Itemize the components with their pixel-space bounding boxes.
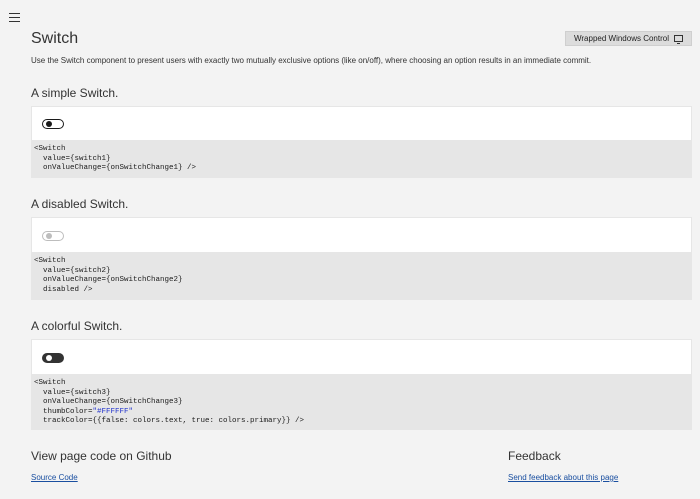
wrapped-windows-control-label: Wrapped Windows Control bbox=[573, 34, 669, 43]
code-block-colorful-switch: <Switch value={switch3} onValueChange={o… bbox=[31, 375, 692, 430]
code-line: value={switch1} bbox=[34, 154, 111, 163]
page-title: Switch bbox=[31, 30, 79, 47]
simple-switch-toggle[interactable] bbox=[42, 119, 64, 129]
example-box-simple-switch bbox=[31, 106, 692, 141]
hamburger-menu-icon[interactable] bbox=[9, 13, 20, 22]
send-feedback-link[interactable]: Send feedback about this page bbox=[508, 473, 618, 482]
code-line: value={switch2} bbox=[34, 266, 111, 275]
monitor-icon bbox=[674, 35, 683, 44]
code-line: <Switch bbox=[34, 145, 66, 153]
section-heading-colorful-switch: A colorful Switch. bbox=[31, 319, 123, 333]
hamburger-line bbox=[9, 17, 20, 18]
section-heading-simple-switch: A simple Switch. bbox=[31, 86, 119, 100]
code-line: trackColor={{false: colors.text, true: c… bbox=[34, 417, 305, 425]
code-block-disabled-switch: <Switch value={switch2} onValueChange={o… bbox=[31, 253, 692, 300]
code-line: onValueChange={onSwitchChange1} /> bbox=[34, 164, 197, 172]
code-prop: thumbColor= bbox=[34, 407, 93, 416]
code-line: value={switch3} bbox=[34, 388, 111, 397]
feedback-heading: Feedback bbox=[508, 449, 561, 463]
colorful-switch-toggle[interactable] bbox=[42, 353, 64, 363]
hamburger-line bbox=[9, 13, 20, 14]
code-line: disabled /> bbox=[34, 285, 93, 294]
page-description: Use the Switch component to present user… bbox=[31, 56, 592, 65]
code-line: <Switch bbox=[34, 379, 66, 387]
code-line: <Switch bbox=[34, 257, 66, 265]
github-heading: View page code on Github bbox=[31, 449, 172, 463]
code-line: onValueChange={onSwitchChange3} bbox=[34, 398, 183, 406]
code-string-literal: "#FFFFFF" bbox=[92, 407, 134, 416]
code-line: onValueChange={onSwitchChange2} bbox=[34, 276, 183, 284]
code-block-simple-switch: <Switch value={switch1} onValueChange={o… bbox=[31, 141, 692, 178]
switch-thumb bbox=[46, 233, 52, 239]
disabled-switch-toggle bbox=[42, 231, 64, 241]
example-box-disabled-switch bbox=[31, 217, 692, 253]
section-heading-disabled-switch: A disabled Switch. bbox=[31, 197, 129, 211]
switch-thumb bbox=[46, 121, 52, 127]
wrapped-windows-control-button[interactable]: Wrapped Windows Control bbox=[564, 31, 692, 46]
code-line: thumbColor="#FFFFFF" bbox=[34, 408, 689, 418]
hamburger-line bbox=[9, 21, 20, 22]
source-code-link[interactable]: Source Code bbox=[31, 473, 78, 482]
example-box-colorful-switch bbox=[31, 339, 692, 375]
switch-thumb bbox=[46, 355, 52, 361]
